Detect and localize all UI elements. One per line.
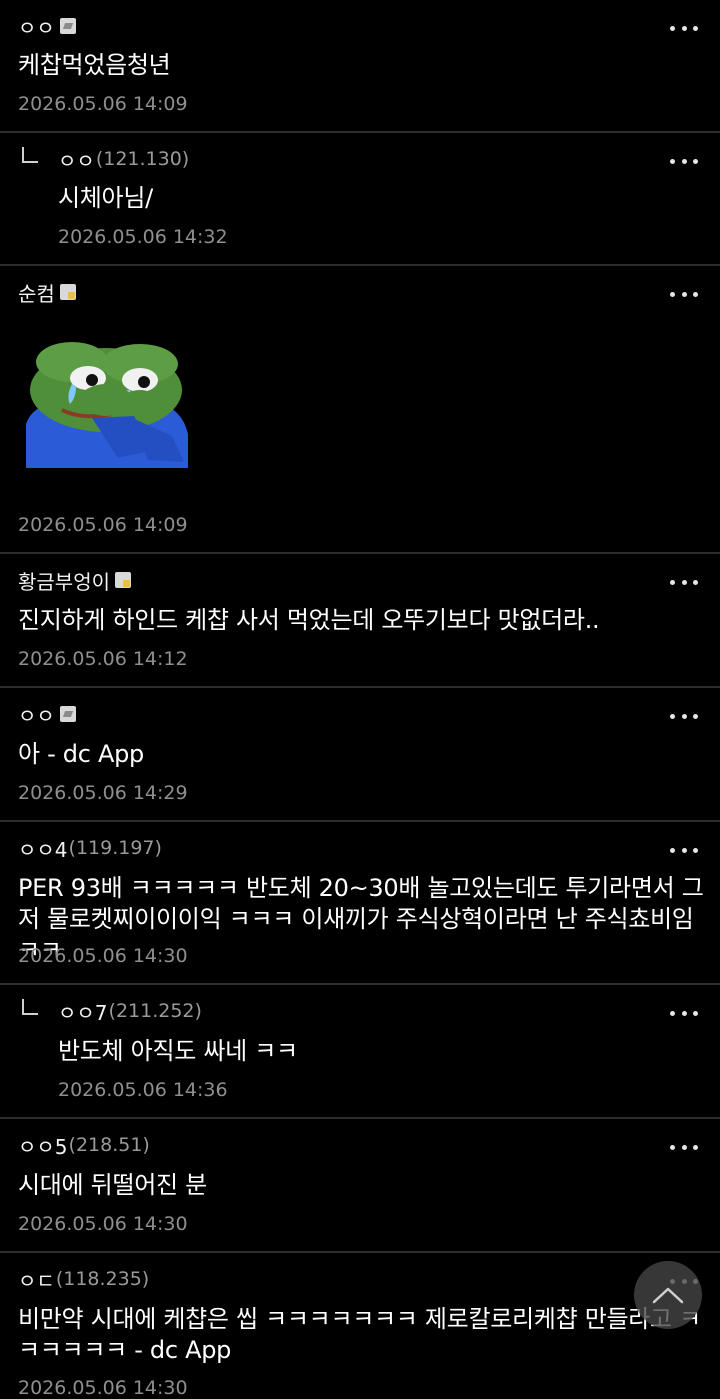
comment-header: 순컴	[18, 278, 76, 306]
comment-item: ㅇㅇ 케찹먹었음청년 2026.05.06 14:09	[0, 0, 720, 133]
fixed-nick-badge-icon	[59, 706, 76, 722]
comment-nickname[interactable]: 순컴	[18, 278, 55, 307]
comment-item: ㅇㅇ5 (218.51) 시대에 뒤떨어진 분 2026.05.06 14:30	[0, 1119, 720, 1253]
chevron-up-icon	[652, 1287, 684, 1304]
comment-header: ㅇㅇ (121.130)	[58, 145, 189, 173]
comment-date: 2026.05.06 14:29	[18, 782, 188, 804]
comment-date: 2026.05.06 14:30	[18, 1213, 188, 1235]
comment-date: 2026.05.06 14:30	[18, 945, 188, 967]
comment-ip: (211.252)	[108, 1000, 202, 1022]
comment-date: 2026.05.06 14:12	[18, 648, 188, 670]
more-dots-icon[interactable]	[670, 844, 698, 856]
more-dots-icon[interactable]	[670, 288, 698, 300]
comment-text: 시체아님/	[58, 184, 153, 212]
comment-date: 2026.05.06 14:09	[18, 514, 188, 536]
more-dots-icon[interactable]	[670, 576, 698, 588]
reply-arrow-icon	[22, 999, 38, 1015]
comment-text: 시대에 뒤떨어진 분	[18, 1171, 207, 1199]
half-fixed-nick-badge-icon	[115, 572, 131, 588]
more-dots-icon[interactable]	[670, 1141, 698, 1153]
more-dots-icon[interactable]	[670, 1007, 698, 1019]
comment-nickname[interactable]: ㅇㄷ	[18, 1265, 55, 1294]
comment-item: 황금부엉이 진지하게 하인드 케챱 사서 먹었는데 오뚜기보다 맛없더라.. 2…	[0, 554, 720, 688]
comment-header: ㅇㅇ4 (119.197)	[18, 834, 162, 862]
comment-nickname[interactable]: ㅇㅇ	[58, 145, 95, 174]
reply-item: ㅇㅇ7 (211.252) 반도체 아직도 싸네 ㅋㅋ 2026.05.06 1…	[0, 985, 720, 1119]
comment-nickname[interactable]: ㅇㅇ	[18, 12, 55, 41]
comment-date: 2026.05.06 14:30	[18, 1377, 188, 1399]
reply-item: ㅇㅇ (121.130) 시체아님/ 2026.05.06 14:32	[0, 133, 720, 266]
comment-header: 황금부엉이	[18, 566, 131, 594]
comment-header: ㅇㅇ	[18, 700, 76, 728]
more-dots-icon[interactable]	[670, 710, 698, 722]
comment-item: ㅇㄷ (118.235) 비만약 시대에 케챱은 씹 ㅋㅋㅋㅋㅋㅋㅋ 제로칼로리…	[0, 1253, 720, 1399]
comment-nickname[interactable]: ㅇㅇ7	[58, 997, 108, 1026]
comment-header: ㅇㄷ (118.235)	[18, 1265, 149, 1293]
comment-date: 2026.05.06 14:09	[18, 93, 188, 115]
comment-ip: (118.235)	[55, 1268, 150, 1290]
comment-header: ㅇㅇ	[18, 12, 76, 40]
pepe-crying-sticker	[26, 342, 188, 468]
comment-ip: (121.130)	[95, 148, 190, 170]
comment-header: ㅇㅇ5 (218.51)	[18, 1131, 150, 1159]
comment-nickname[interactable]: ㅇㅇ	[18, 700, 55, 729]
comment-item: 순컴 2026.05.06 14:09	[0, 266, 720, 554]
comment-date: 2026.05.06 14:32	[58, 226, 228, 248]
comment-text: 케찹먹었음청년	[18, 51, 171, 79]
more-dots-icon[interactable]	[670, 155, 698, 167]
comment-nickname[interactable]: 황금부엉이	[18, 566, 110, 595]
half-fixed-nick-badge-icon	[59, 284, 76, 300]
comment-nickname[interactable]: ㅇㅇ5	[18, 1131, 68, 1160]
comment-text: 반도체 아직도 싸네 ㅋㅋ	[58, 1037, 298, 1065]
comment-item: ㅇㅇ 아 - dc App 2026.05.06 14:29	[0, 688, 720, 822]
comment-nickname[interactable]: ㅇㅇ4	[18, 834, 68, 863]
comment-text: 비만약 시대에 케챱은 씹 ㅋㅋㅋㅋㅋㅋㅋ 제로칼로리케챱 만들라고 ㅋㅋㅋㅋㅋ…	[18, 1305, 701, 1364]
scroll-top-button[interactable]	[634, 1261, 702, 1329]
comment-date: 2026.05.06 14:36	[58, 1079, 228, 1101]
comment-ip: (218.51)	[68, 1134, 150, 1156]
comment-item: ㅇㅇ4 (119.197) PER 93배 ㅋㅋㅋㅋㅋ 반도체 20~30배 놀…	[0, 822, 720, 985]
more-dots-icon[interactable]	[670, 22, 698, 34]
comment-text: 진지하게 하인드 케챱 사서 먹었는데 오뚜기보다 맛없더라..	[18, 606, 600, 634]
fixed-nick-badge-icon	[59, 18, 76, 34]
comment-header: ㅇㅇ7 (211.252)	[58, 997, 202, 1025]
reply-arrow-icon	[22, 147, 38, 163]
comment-text: 아 - dc App	[18, 740, 144, 768]
comment-ip: (119.197)	[68, 837, 162, 859]
